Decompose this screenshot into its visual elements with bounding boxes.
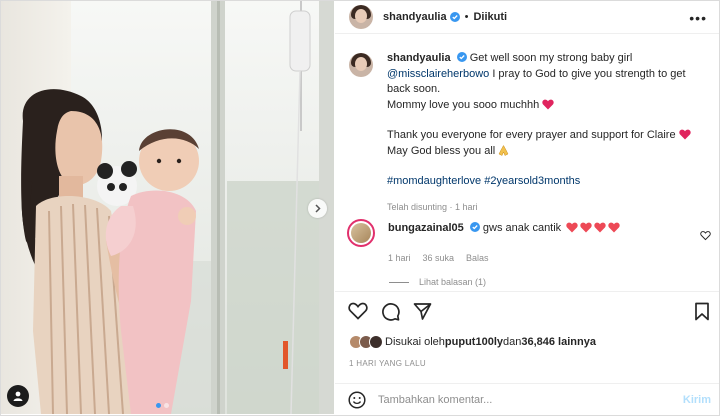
comment-like-heart-icon[interactable] — [700, 230, 711, 241]
author-username[interactable]: shandyaulia — [383, 11, 447, 23]
carousel-dot-active — [156, 403, 161, 408]
carousel-dot — [164, 403, 169, 408]
caption-edited-time: Telah disunting · 1 hari — [387, 201, 478, 212]
comment-item: bungazainal05 gws anak cantik 1 hari 36 … — [347, 219, 707, 263]
likes-summary[interactable]: Disukai oleh puput100ly dan 36,846 lainn… — [349, 335, 596, 349]
red-heart-emoji-icon — [566, 222, 578, 233]
carousel-dots — [156, 403, 169, 408]
caption-line-1: Get well soon my strong baby girl — [469, 52, 633, 64]
red-heart-emoji-icon — [678, 129, 691, 140]
carousel-next-button[interactable] — [308, 199, 327, 218]
likes-user-link[interactable]: puput100ly — [445, 336, 503, 348]
post-comment-button[interactable]: Kirim — [683, 394, 711, 406]
verified-badge-icon — [449, 12, 460, 22]
view-replies-button[interactable]: Lihat balasan (1) — [389, 277, 486, 287]
liker-avatar — [369, 335, 383, 349]
caption-mention-link[interactable]: @missclaireherbowo — [387, 68, 489, 80]
user-icon — [13, 391, 23, 401]
author-avatar[interactable] — [349, 5, 373, 29]
tagged-users-button[interactable] — [7, 385, 29, 407]
likes-prefix: Disukai oleh — [385, 336, 445, 348]
caption-line-4: Thank you everyone for every prayer and … — [387, 129, 676, 141]
share-icon[interactable] — [413, 302, 432, 321]
actions-divider — [335, 291, 719, 292]
liker-avatars — [349, 335, 383, 349]
post-photo[interactable] — [1, 1, 334, 414]
praying-hands-emoji-icon — [498, 144, 509, 156]
replies-divider-line — [389, 281, 409, 283]
comment-reply-button[interactable]: Balas — [466, 253, 489, 263]
header-separator: • — [464, 11, 469, 23]
comment-likes-count[interactable]: 36 suka — [423, 253, 455, 263]
red-heart-emoji-icon — [542, 99, 554, 109]
red-heart-emoji-icon — [594, 222, 606, 233]
post-actions — [348, 302, 432, 321]
comment-hearts — [564, 222, 620, 234]
emoji-icon[interactable] — [348, 390, 366, 409]
post-details-panel: shandyaulia • Diikuti ••• shandyaulia Ge… — [335, 1, 719, 415]
verified-badge-icon — [469, 222, 480, 232]
caption-line-3: Mommy love you sooo muchhh — [387, 98, 540, 111]
follow-status-button[interactable]: Diikuti — [473, 11, 507, 23]
comment-body: bungazainal05 gws anak cantik 1 hari 36 … — [388, 222, 620, 263]
view-replies-label: Lihat balasan (1) — [419, 277, 487, 287]
caption-username[interactable]: shandyaulia — [387, 52, 451, 64]
bookmark-icon — [695, 302, 709, 321]
save-post-button[interactable] — [694, 302, 710, 321]
caption-author-avatar[interactable] — [349, 53, 373, 77]
comment-meta: 1 hari 36 suka Balas — [388, 253, 620, 263]
caption-body: shandyaulia Get well soon my strong baby… — [387, 51, 707, 215]
hashtag-link[interactable]: #2yearsold3months — [484, 175, 580, 187]
commenter-username[interactable]: bungazainal05 — [388, 222, 464, 234]
chevron-right-icon — [315, 204, 321, 213]
comment-time: 1 hari — [388, 253, 411, 263]
likes-count-link[interactable]: 36,846 lainnya — [521, 336, 596, 348]
more-options-icon[interactable]: ••• — [689, 10, 707, 26]
red-heart-emoji-icon — [608, 222, 620, 233]
red-heart-emoji-icon — [580, 222, 592, 233]
commenter-avatar[interactable] — [347, 219, 375, 247]
verified-badge-icon — [456, 52, 467, 62]
heart-icon[interactable] — [348, 302, 368, 320]
comment-text: gws anak cantik — [482, 222, 562, 234]
post-header: shandyaulia • Diikuti ••• — [335, 1, 719, 34]
post-caption: shandyaulia Get well soon my strong baby… — [349, 51, 709, 215]
add-comment-bar: Kirim — [335, 383, 719, 415]
post-timestamp: 1 HARI YANG LALU — [349, 359, 426, 368]
comment-input[interactable] — [378, 393, 648, 406]
hashtag-link[interactable]: #momdaughterlove — [387, 175, 481, 187]
photo-illustration — [1, 1, 334, 414]
comment-icon[interactable] — [381, 302, 400, 321]
caption-line-5: May God bless you all — [387, 144, 496, 157]
likes-middle: dan — [503, 336, 522, 348]
